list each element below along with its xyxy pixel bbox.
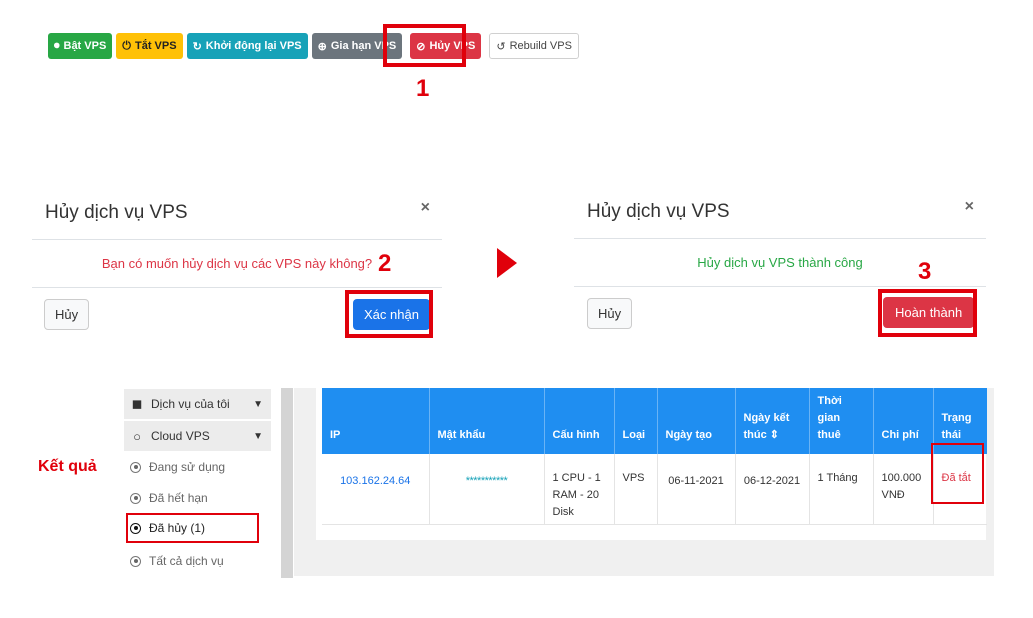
restart-vps-button[interactable]: ↻ Khởi động lại VPS bbox=[186, 33, 308, 59]
close-icon[interactable]: × bbox=[421, 199, 430, 217]
cancel-button[interactable]: Hủy bbox=[587, 298, 633, 329]
sidebar-divider bbox=[281, 388, 293, 578]
arrow-right-icon bbox=[497, 248, 517, 278]
sidebar-item-label: Cloud VPS bbox=[151, 429, 210, 443]
chevron-down-icon: ▼ bbox=[253, 430, 263, 442]
cell-cost: 100.000 VNĐ bbox=[873, 454, 934, 525]
sidebar-sub-label: Đang sử dụng bbox=[149, 460, 226, 474]
step-number-3: 3 bbox=[918, 258, 932, 285]
circle-icon: ○ bbox=[133, 428, 141, 444]
table-header-row: IP Mật khẩu Cấu hình Loại Ngày tạo Ngày … bbox=[322, 388, 987, 454]
highlight-cancel-button bbox=[383, 24, 466, 67]
cube-icon: ◼ bbox=[131, 396, 143, 411]
radio-icon bbox=[130, 492, 141, 504]
sidebar-sub-all[interactable]: Tất cả dịch vụ bbox=[130, 549, 224, 573]
step-number-2: 2 bbox=[378, 250, 392, 277]
column-header-end-date[interactable]: Ngày kết thúc ⇕ bbox=[735, 388, 810, 454]
sidebar-item-my-services[interactable]: ◼ Dịch vụ của tôi ▼ bbox=[124, 389, 271, 419]
sidebar-item-label: Dịch vụ của tôi bbox=[151, 397, 230, 411]
cell-duration: 1 Tháng bbox=[809, 454, 874, 525]
modal-title: Hủy dịch vụ VPS bbox=[587, 201, 730, 222]
highlight-status-cell bbox=[931, 443, 984, 504]
sidebar-sub-label: Tất cả dịch vụ bbox=[149, 554, 224, 568]
cell-end-date: 06-12-2021 bbox=[735, 454, 810, 525]
history-icon: ↺ bbox=[496, 40, 506, 53]
modal-header: Hủy dịch vụ VPS × bbox=[574, 182, 986, 239]
result-label: Kết quả bbox=[38, 458, 97, 475]
column-header-created[interactable]: Ngày tạo bbox=[657, 388, 736, 454]
turn-off-vps-label: Tắt VPS bbox=[135, 40, 177, 52]
modal-title: Hủy dịch vụ VPS bbox=[45, 202, 188, 223]
restart-vps-label: Khởi động lại VPS bbox=[205, 40, 302, 52]
column-header-type[interactable]: Loại bbox=[614, 388, 658, 454]
chevron-down-icon: ▼ bbox=[253, 398, 263, 410]
column-header-duration[interactable]: Thời gian thuê bbox=[809, 388, 874, 454]
cell-created: 06-11-2021 bbox=[657, 454, 736, 525]
modal-header: Hủy dịch vụ VPS × bbox=[32, 183, 442, 240]
power-icon: ⏻ bbox=[122, 39, 131, 52]
sidebar: ◼ Dịch vụ của tôi ▼ ○ Cloud VPS ▼ Đang s… bbox=[118, 388, 294, 578]
vps-action-toolbar: ⏺ Bật VPS ⏻ Tắt VPS ↻ Khởi động lại VPS … bbox=[48, 33, 583, 59]
highlight-confirm-button bbox=[345, 290, 433, 338]
plus-circle-icon: ⊕ bbox=[317, 40, 327, 53]
cell-password[interactable]: *********** bbox=[429, 454, 545, 525]
sort-icon: ⇕ bbox=[769, 429, 780, 441]
sidebar-sub-expired[interactable]: Đã hết hạn bbox=[130, 486, 208, 510]
cell-ip[interactable]: 103.162.24.64 bbox=[322, 454, 430, 525]
sidebar-sub-label: Đã hết hạn bbox=[149, 491, 208, 505]
cancel-button[interactable]: Hủy bbox=[44, 299, 90, 330]
column-header-ip[interactable]: IP bbox=[322, 388, 430, 454]
turn-off-vps-button[interactable]: ⏻ Tắt VPS bbox=[116, 33, 183, 59]
turn-on-vps-button[interactable]: ⏺ Bật VPS bbox=[48, 33, 113, 59]
column-header-password[interactable]: Mật khẩu bbox=[429, 388, 545, 454]
turn-on-vps-label: Bật VPS bbox=[63, 40, 107, 52]
toggle-on-icon: ⏺ bbox=[54, 39, 60, 52]
cell-type: VPS bbox=[614, 454, 658, 525]
column-header-config[interactable]: Cấu hình bbox=[544, 388, 615, 454]
radio-icon bbox=[130, 555, 141, 567]
column-header-end-date-label: Ngày kết thúc bbox=[743, 412, 790, 441]
close-icon[interactable]: × bbox=[965, 198, 974, 216]
cell-config: 1 CPU - 1 RAM - 20 Disk bbox=[544, 454, 615, 525]
table-row: 103.162.24.64 *********** 1 CPU - 1 RAM … bbox=[322, 454, 987, 525]
highlight-done-button bbox=[878, 289, 977, 337]
rebuild-vps-label: Rebuild VPS bbox=[509, 40, 572, 52]
step-number-1: 1 bbox=[416, 75, 430, 102]
vps-table: IP Mật khẩu Cấu hình Loại Ngày tạo Ngày … bbox=[322, 388, 987, 525]
sidebar-item-cloud-vps[interactable]: ○ Cloud VPS ▼ bbox=[124, 421, 271, 451]
refresh-icon: ↻ bbox=[192, 40, 202, 53]
sidebar-sub-in-use[interactable]: Đang sử dụng bbox=[130, 455, 225, 479]
rebuild-vps-button[interactable]: ↺ Rebuild VPS bbox=[489, 33, 579, 59]
radio-icon bbox=[130, 461, 141, 473]
highlight-cancelled-filter bbox=[126, 513, 259, 543]
column-header-cost[interactable]: Chi phí bbox=[873, 388, 934, 454]
